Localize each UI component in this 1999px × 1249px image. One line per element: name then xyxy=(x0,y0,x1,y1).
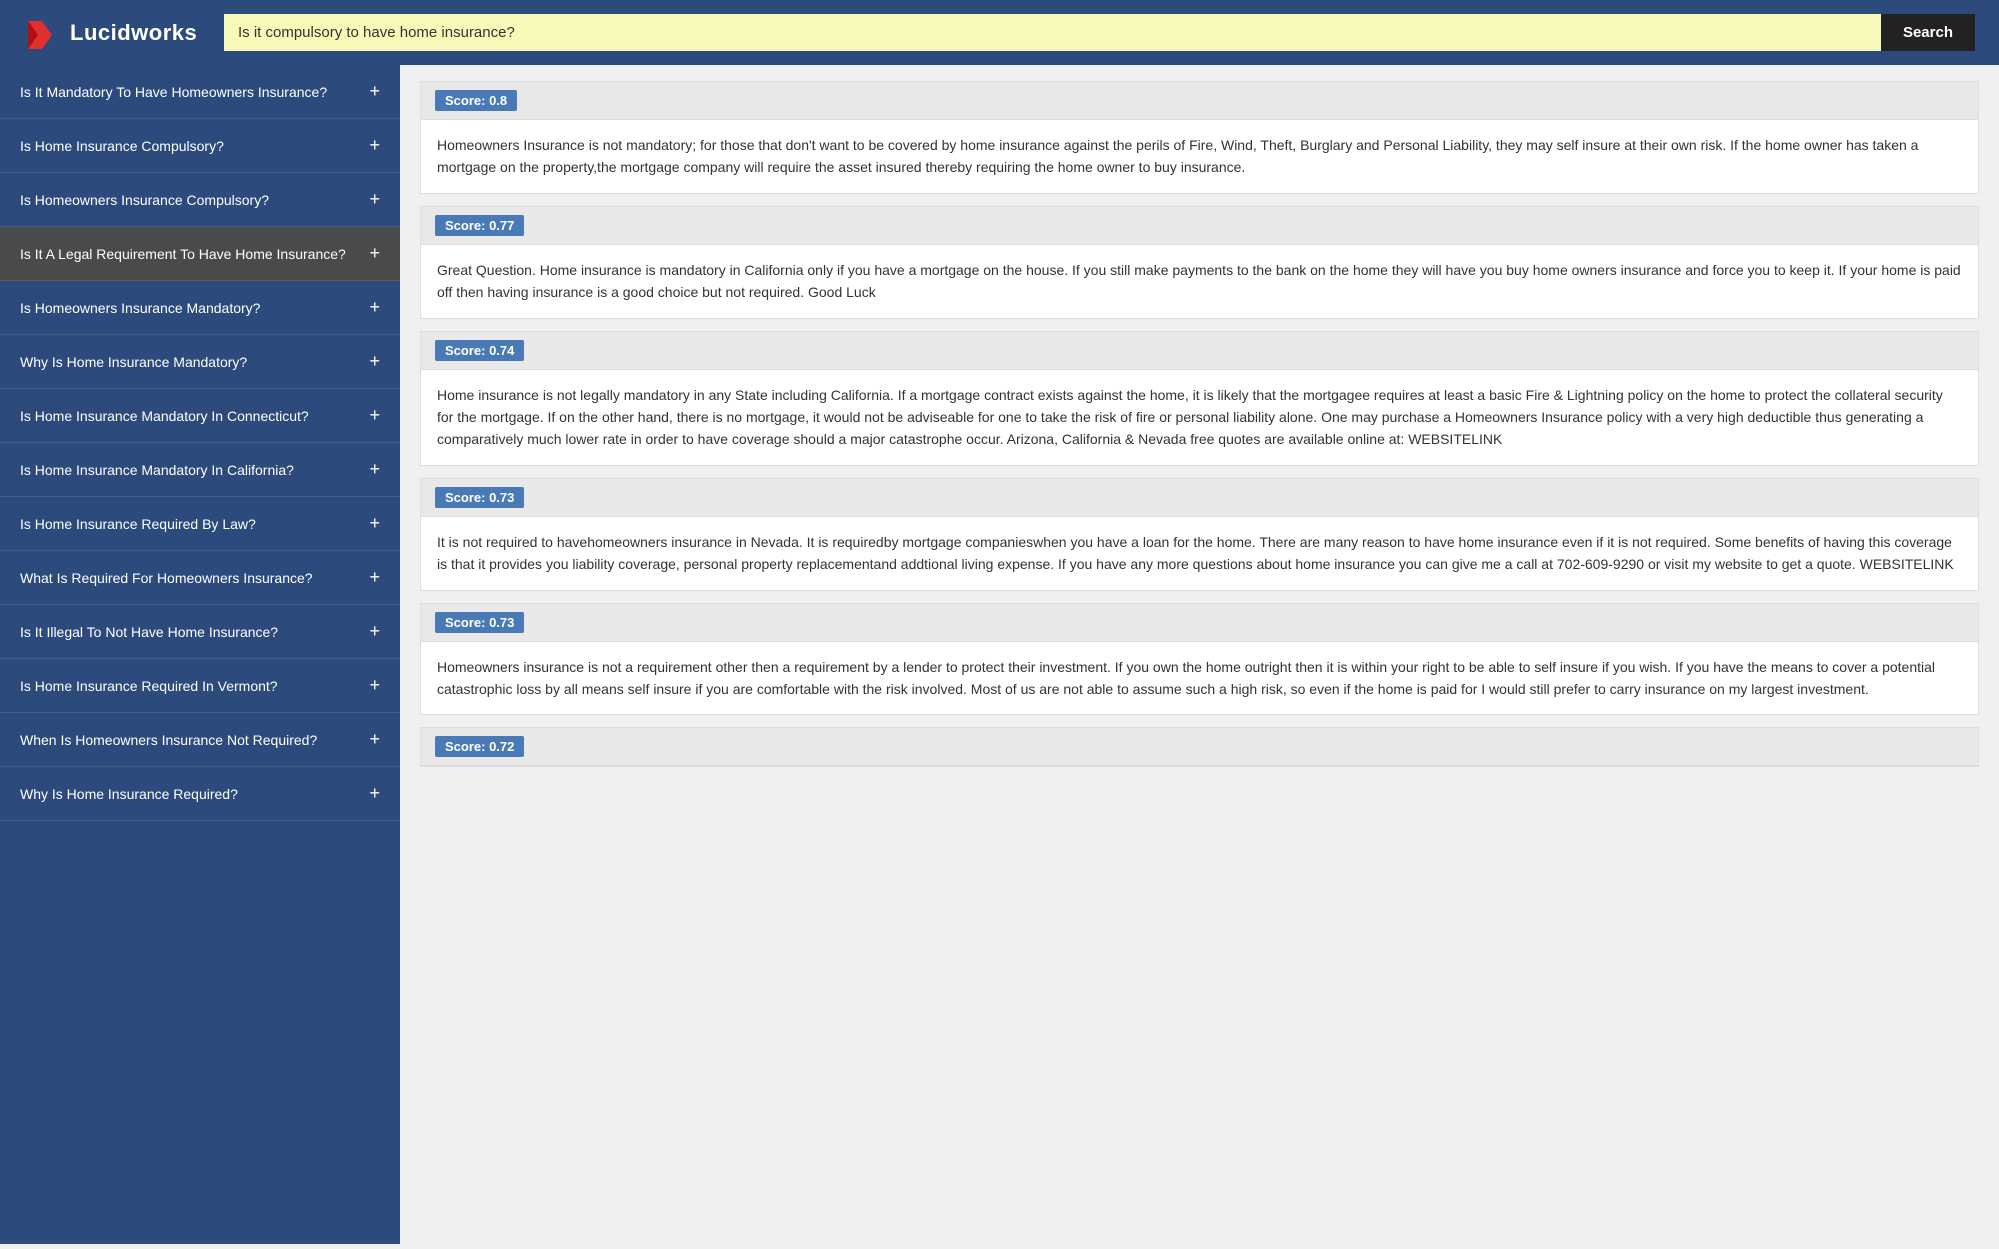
score-badge-1: Score: 0.77 xyxy=(435,215,524,236)
score-badge-row-1: Score: 0.77 xyxy=(421,207,1978,245)
score-badge-4: Score: 0.73 xyxy=(435,612,524,633)
sidebar-item-2[interactable]: Is Homeowners Insurance Compulsory? + xyxy=(0,173,400,227)
score-badge-2: Score: 0.74 xyxy=(435,340,524,361)
score-badge-row-2: Score: 0.74 xyxy=(421,332,1978,370)
sidebar-item-1[interactable]: Is Home Insurance Compulsory? + xyxy=(0,119,400,173)
sidebar-item-label-2: Is Homeowners Insurance Compulsory? xyxy=(20,192,359,208)
sidebar-item-label-13: Why Is Home Insurance Required? xyxy=(20,786,359,802)
result-card-1: Score: 0.77 Great Question. Home insuranc… xyxy=(420,206,1979,319)
result-text-4: Homeowners insurance is not a requiremen… xyxy=(421,642,1978,715)
sidebar-item-7[interactable]: Is Home Insurance Mandatory In Californi… xyxy=(0,443,400,497)
sidebar-item-6[interactable]: Is Home Insurance Mandatory In Connectic… xyxy=(0,389,400,443)
sidebar-item-5[interactable]: Why Is Home Insurance Mandatory? + xyxy=(0,335,400,389)
sidebar-item-8[interactable]: Is Home Insurance Required By Law? + xyxy=(0,497,400,551)
sidebar-item-expand-icon-5[interactable]: + xyxy=(369,351,380,372)
score-badge-row-3: Score: 0.73 xyxy=(421,479,1978,517)
main-layout: Is It Mandatory To Have Homeowners Insur… xyxy=(0,65,1999,1244)
score-badge-row-4: Score: 0.73 xyxy=(421,604,1978,642)
sidebar-item-label-9: What Is Required For Homeowners Insuranc… xyxy=(20,570,359,586)
sidebar-item-label-10: Is It Illegal To Not Have Home Insurance… xyxy=(20,624,359,640)
sidebar-item-label-3: Is It A Legal Requirement To Have Home I… xyxy=(20,246,359,262)
sidebar-item-expand-icon-1[interactable]: + xyxy=(369,135,380,156)
sidebar-item-expand-icon-4[interactable]: + xyxy=(369,297,380,318)
search-input[interactable] xyxy=(224,14,1881,51)
sidebar-item-label-6: Is Home Insurance Mandatory In Connectic… xyxy=(20,408,359,424)
sidebar-item-expand-icon-9[interactable]: + xyxy=(369,567,380,588)
sidebar-item-label-1: Is Home Insurance Compulsory? xyxy=(20,138,359,154)
sidebar-item-label-7: Is Home Insurance Mandatory In Californi… xyxy=(20,462,359,478)
search-bar: Search xyxy=(224,14,1975,51)
sidebar-item-10[interactable]: Is It Illegal To Not Have Home Insurance… xyxy=(0,605,400,659)
result-text-2: Home insurance is not legally mandatory … xyxy=(421,370,1978,465)
result-text-1: Great Question. Home insurance is mandat… xyxy=(421,245,1978,318)
result-card-2: Score: 0.74 Home insurance is not legally… xyxy=(420,331,1979,466)
result-card-4: Score: 0.73 Homeowners insurance is not a… xyxy=(420,603,1979,716)
sidebar-item-expand-icon-6[interactable]: + xyxy=(369,405,380,426)
score-badge-row-5: Score: 0.72 xyxy=(421,728,1978,766)
logo-area: Lucidworks xyxy=(24,15,204,51)
sidebar-item-label-0: Is It Mandatory To Have Homeowners Insur… xyxy=(20,84,359,100)
sidebar-item-label-4: Is Homeowners Insurance Mandatory? xyxy=(20,300,359,316)
sidebar-item-expand-icon-3[interactable]: + xyxy=(369,243,380,264)
result-text-0: Homeowners Insurance is not mandatory; f… xyxy=(421,120,1978,193)
sidebar: Is It Mandatory To Have Homeowners Insur… xyxy=(0,65,400,1244)
header: Lucidworks Search xyxy=(0,0,1999,65)
sidebar-item-3[interactable]: Is It A Legal Requirement To Have Home I… xyxy=(0,227,400,281)
sidebar-item-expand-icon-0[interactable]: + xyxy=(369,81,380,102)
sidebar-item-label-5: Why Is Home Insurance Mandatory? xyxy=(20,354,359,370)
lucidworks-logo-icon xyxy=(24,15,60,51)
sidebar-item-expand-icon-13[interactable]: + xyxy=(369,783,380,804)
sidebar-item-4[interactable]: Is Homeowners Insurance Mandatory? + xyxy=(0,281,400,335)
result-text-3: It is not required to havehomeowners ins… xyxy=(421,517,1978,590)
sidebar-item-12[interactable]: When Is Homeowners Insurance Not Require… xyxy=(0,713,400,767)
search-button[interactable]: Search xyxy=(1881,14,1975,51)
result-card-5: Score: 0.72 xyxy=(420,727,1979,767)
sidebar-item-expand-icon-12[interactable]: + xyxy=(369,729,380,750)
sidebar-item-13[interactable]: Why Is Home Insurance Required? + xyxy=(0,767,400,821)
sidebar-item-expand-icon-2[interactable]: + xyxy=(369,189,380,210)
logo-text: Lucidworks xyxy=(70,20,197,46)
sidebar-item-expand-icon-8[interactable]: + xyxy=(369,513,380,534)
results-panel: Score: 0.8 Homeowners Insurance is not ma… xyxy=(400,65,1999,1244)
result-card-0: Score: 0.8 Homeowners Insurance is not ma… xyxy=(420,81,1979,194)
sidebar-item-expand-icon-10[interactable]: + xyxy=(369,621,380,642)
sidebar-item-label-11: Is Home Insurance Required In Vermont? xyxy=(20,678,359,694)
sidebar-item-0[interactable]: Is It Mandatory To Have Homeowners Insur… xyxy=(0,65,400,119)
score-badge-0: Score: 0.8 xyxy=(435,90,517,111)
score-badge-5: Score: 0.72 xyxy=(435,736,524,757)
score-badge-3: Score: 0.73 xyxy=(435,487,524,508)
sidebar-item-expand-icon-11[interactable]: + xyxy=(369,675,380,696)
sidebar-item-label-8: Is Home Insurance Required By Law? xyxy=(20,516,359,532)
score-badge-row-0: Score: 0.8 xyxy=(421,82,1978,120)
sidebar-item-expand-icon-7[interactable]: + xyxy=(369,459,380,480)
sidebar-item-9[interactable]: What Is Required For Homeowners Insuranc… xyxy=(0,551,400,605)
result-card-3: Score: 0.73 It is not required to havehom… xyxy=(420,478,1979,591)
sidebar-item-11[interactable]: Is Home Insurance Required In Vermont? + xyxy=(0,659,400,713)
sidebar-item-label-12: When Is Homeowners Insurance Not Require… xyxy=(20,732,359,748)
